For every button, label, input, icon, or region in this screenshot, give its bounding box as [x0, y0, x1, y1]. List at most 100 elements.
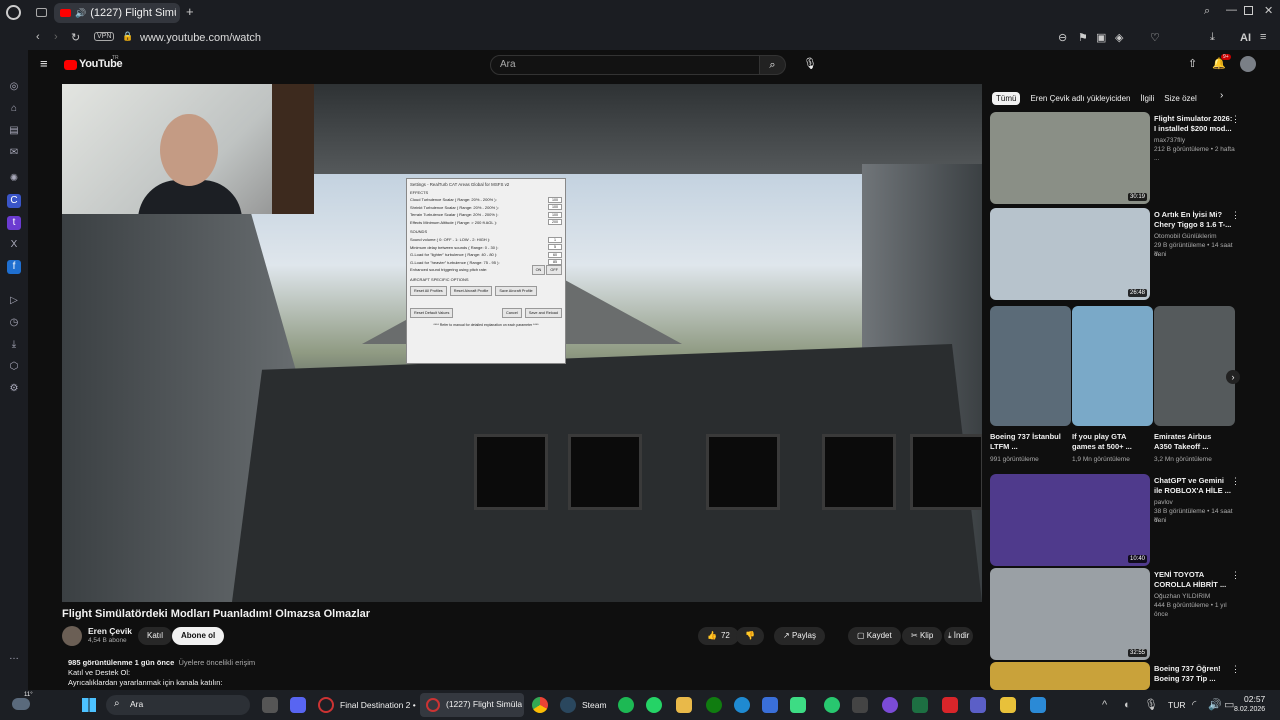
history-icon[interactable]: ◷ [7, 316, 21, 330]
heart-icon[interactable]: ♡ [1150, 31, 1160, 44]
video-thumbnail[interactable]: 26:48 [990, 208, 1150, 300]
tray-app-icon[interactable]: ◐ [1124, 696, 1131, 714]
settings-icon[interactable]: ⚙ [7, 382, 21, 396]
chatgpt-icon[interactable]: ✺ [7, 172, 21, 186]
like-button[interactable]: 👍 72 [698, 627, 739, 645]
filter-chip[interactable]: Tümü [992, 91, 1021, 105]
more-sidebar-icon[interactable]: … [7, 650, 21, 664]
whatsapp-icon[interactable] [646, 697, 662, 713]
app-arrow-icon[interactable] [852, 697, 868, 713]
ai-button[interactable]: AI [1240, 32, 1251, 44]
save-reload-button[interactable]: Save and Reload [524, 307, 562, 318]
clock-time[interactable]: 02:57 [1244, 694, 1265, 704]
more-options-icon[interactable]: ⋮ [1231, 570, 1240, 581]
start-icon[interactable] [82, 698, 96, 712]
extension-icon[interactable]: ◈ [1115, 31, 1123, 44]
task-view-icon[interactable] [262, 697, 278, 713]
more-options-icon[interactable]: ⋮ [1231, 210, 1240, 221]
taskbar-search[interactable]: ⌕ Ara [106, 695, 250, 715]
join-button[interactable]: Katıl [138, 627, 173, 645]
cancel-button[interactable]: Cancel [502, 307, 522, 318]
rec-title[interactable]: Flight Simulator 2026: I installed $200 … [1154, 114, 1234, 134]
close-window-button[interactable]: ✕ [1264, 4, 1273, 17]
off-button[interactable]: OFF [546, 265, 562, 276]
opera-taskbar-icon[interactable] [318, 697, 334, 713]
share-button[interactable]: ↗ Paylaş [774, 627, 825, 645]
new-tab-button[interactable]: + [186, 4, 194, 19]
taskbar-steam[interactable]: Steam [582, 696, 607, 714]
dialog-row-input[interactable]: 1 [548, 236, 562, 243]
search-input[interactable]: Ara [490, 55, 760, 75]
clock-date[interactable]: 8.02.2026 [1234, 706, 1265, 713]
app-c-icon[interactable]: C [7, 194, 21, 208]
short-thumbnail[interactable] [1072, 306, 1153, 426]
rec-channel[interactable]: max737flly [1154, 136, 1240, 145]
clip-button[interactable]: ✂ Klip [902, 627, 943, 645]
more-options-icon[interactable]: ⋮ [1231, 664, 1240, 675]
avatar[interactable] [1240, 56, 1256, 72]
taskbar-active-app[interactable]: (1227) Flight Simülat [420, 693, 524, 717]
video-thumbnail[interactable]: 30:19 [990, 112, 1150, 204]
short-title[interactable]: If you play GTA games at 500+ ... [1072, 432, 1144, 452]
dialog-row-input[interactable]: 200 [548, 219, 562, 226]
save-aircraft-button[interactable]: Save Aircraft Profile [495, 285, 537, 296]
more-options-icon[interactable]: ⋮ [1231, 114, 1240, 125]
edge-icon[interactable] [734, 697, 750, 713]
menu-icon[interactable]: ≡ [1260, 31, 1266, 43]
forward-icon[interactable]: › [54, 31, 58, 43]
android-icon[interactable] [790, 697, 806, 713]
dialog-row-input[interactable]: 5 [548, 244, 562, 251]
filter-chip[interactable]: Size özel [1164, 94, 1196, 103]
vpn-badge[interactable]: VPN [94, 32, 115, 41]
video-thumbnail[interactable]: 32:55 [990, 568, 1150, 660]
video-thumbnail[interactable]: 10:40 [990, 474, 1150, 566]
recommendation-item[interactable]: 10:40 ChatGPT ve Gemini ile ROBLOX'A HİLE… [990, 474, 1240, 566]
twitch-icon[interactable]: t [7, 216, 21, 230]
video-thumbnail[interactable] [990, 662, 1150, 690]
dialog-row-input[interactable]: 100 [548, 204, 562, 211]
rec-title[interactable]: Boeing 737 Öğren! Boeing 737 Tip ... [1154, 664, 1234, 684]
app-green-icon[interactable] [824, 697, 840, 713]
more-options-icon[interactable]: ⋮ [1231, 476, 1240, 487]
rec-channel[interactable]: Otomobil Günlüklerim [1154, 232, 1240, 241]
reload-icon[interactable]: ↻ [71, 31, 80, 44]
on-button[interactable]: ON [531, 265, 546, 276]
language-indicator[interactable]: TUR [1168, 696, 1185, 714]
x-twitter-icon[interactable]: X [7, 238, 21, 252]
recommendation-item[interactable]: Boeing 737 Öğren! Boeing 737 Tip ... ⋮ [990, 662, 1240, 690]
reset-aircraft-button[interactable]: Reset Aircraft Profile [449, 285, 493, 296]
channel-name[interactable]: Eren Çevik [88, 626, 132, 636]
minimize-button[interactable]: — [1226, 4, 1237, 16]
search-tabs-icon[interactable]: ⌕ [1204, 5, 1210, 18]
subscribe-button[interactable]: Abone ol [172, 627, 225, 645]
downloads-icon[interactable]: ⤓ [7, 338, 21, 352]
app-yellow-icon[interactable] [1000, 697, 1016, 713]
video-player[interactable]: Settings - RealTurb CAT Areas Global for… [62, 84, 982, 602]
speaker-icon[interactable]: 🔊 [75, 8, 86, 19]
bookmark-icon[interactable]: ⚑ [1078, 31, 1088, 44]
reset-all-button[interactable]: Reset All Profiles [410, 285, 447, 296]
snapshot-icon[interactable]: ▣ [1096, 31, 1106, 44]
messenger-icon[interactable]: ✉ [7, 146, 21, 160]
url-field[interactable]: www.youtube.com/watch [140, 32, 261, 44]
taskbar-app-final-destination[interactable]: Final Destination 2 • [340, 696, 416, 714]
player-icon[interactable]: ▷ [7, 294, 21, 308]
save-button[interactable]: ▢ Kaydet [848, 627, 901, 645]
steam-icon[interactable] [560, 697, 576, 713]
ai-sidebar-icon[interactable]: ◎ [7, 80, 21, 94]
short-title[interactable]: Boeing 737 İstanbul LTFM ... [990, 432, 1062, 452]
news-icon[interactable]: ▤ [7, 124, 21, 138]
shopping-icon[interactable]: ⌂ [7, 102, 21, 116]
discord-icon[interactable] [290, 697, 306, 713]
app-blue-icon[interactable] [1030, 697, 1046, 713]
app-f-icon[interactable]: f [7, 260, 21, 274]
dislike-button[interactable]: 👎 [736, 627, 764, 645]
acrobat-icon[interactable] [942, 697, 958, 713]
tray-chevron-icon[interactable]: ^ [1102, 696, 1107, 714]
excel-icon[interactable] [912, 697, 928, 713]
filter-chip[interactable]: Eren Çevik adlı yükleyiciden [1030, 94, 1130, 103]
reset-default-button[interactable]: Reset Default Values [410, 307, 454, 318]
short-thumbnail[interactable] [1154, 306, 1235, 426]
zoom-icon[interactable]: ⊖ [1058, 31, 1067, 44]
rec-title[interactable]: YENİ TOYOTA COROLLA HİBRİT ... [1154, 570, 1234, 590]
